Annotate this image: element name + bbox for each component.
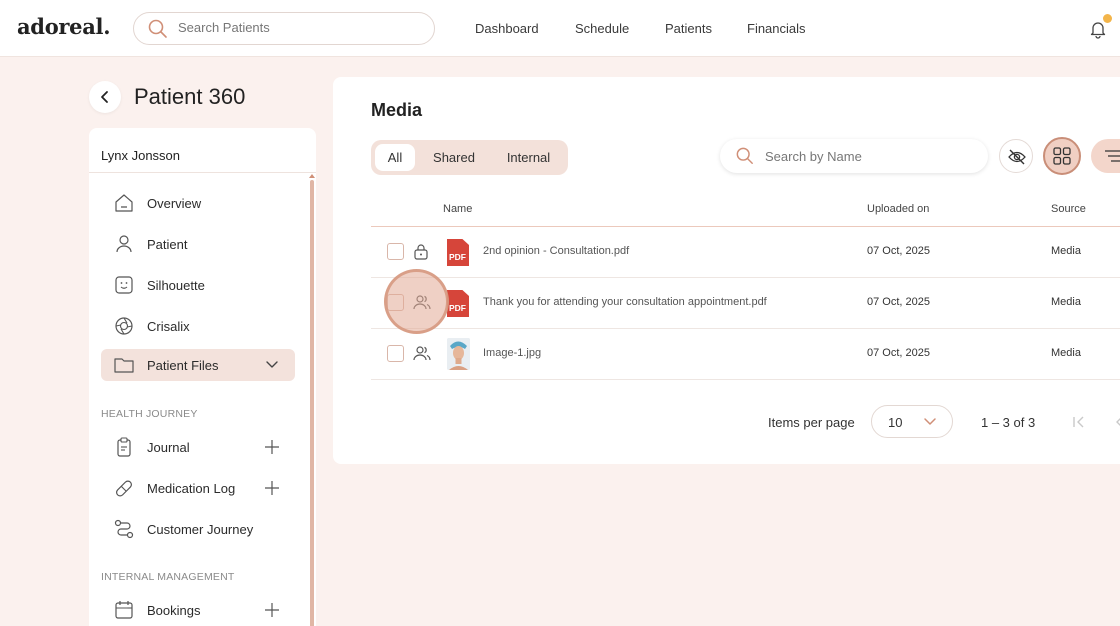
home-icon [115,194,133,212]
file-name[interactable]: Thank you for attending your consultatio… [483,296,767,308]
row-checkbox[interactable] [387,345,404,362]
pdf-file-icon: PDF [447,239,469,266]
route-icon [114,519,134,539]
tab-internal[interactable]: Internal [497,144,560,171]
sidebar-item-bookings[interactable]: Bookings [101,594,295,626]
add-booking-icon[interactable] [264,602,280,618]
calendar-icon [115,601,133,619]
image-thumbnail[interactable] [447,338,470,370]
eye-off-icon [1008,149,1026,165]
chevron-down-icon[interactable] [265,359,279,371]
search-icon [148,19,167,38]
sidebar-item-label: Customer Journey [147,522,254,537]
pagination-range: 1 – 3 of 3 [981,415,1036,430]
first-page-icon[interactable] [1071,415,1087,429]
items-per-page-select[interactable]: 10 [871,405,953,438]
tab-shared[interactable]: Shared [425,144,483,171]
hide-toggle-button[interactable] [999,139,1033,173]
sidebar-item-label: Overview [147,196,202,211]
items-per-page-label: Items per page [768,415,855,430]
media-search-input[interactable] [765,149,965,164]
sidebar-item-medication-log[interactable]: Medication Log [101,472,295,504]
patient-search-input[interactable] [178,20,418,35]
pdf-file-icon: PDF [447,290,469,317]
table-row[interactable]: PDF Thank you for attending your consult… [371,278,1120,329]
file-date: 07 Oct, 2025 [867,347,930,359]
previous-page-icon[interactable] [1113,415,1120,429]
folder-icon [114,358,134,373]
file-name[interactable]: 2nd opinion - Consultation.pdf [483,245,629,257]
column-name[interactable]: Name [443,203,472,215]
column-source[interactable]: Source [1051,203,1086,215]
tab-all[interactable]: All [375,144,415,171]
patient-name: Lynx Jonsson [101,148,181,163]
grid-icon [1053,147,1071,165]
table-row[interactable]: PDF 2nd opinion - Consultation.pdf 07 Oc… [371,227,1120,278]
users-icon [413,346,431,361]
items-per-page-value: 10 [888,415,903,430]
click-highlight [384,269,449,334]
sidebar-scrollbar[interactable] [310,180,314,626]
chevron-down-icon [924,418,936,425]
sidebar-item-label: Silhouette [147,278,205,293]
section-health-journey: HEALTH JOURNEY [101,408,198,420]
file-source: Media [1051,296,1081,308]
sidebar-item-label: Patient [147,237,188,252]
grid-view-button[interactable] [1043,137,1081,175]
notification-badge [1103,14,1112,23]
top-bar: adoreal. Dashboard Schedule Patients Fin… [0,0,1120,57]
column-uploaded-on[interactable]: Uploaded on [867,203,929,215]
sidebar-item-journal[interactable]: Journal [101,431,295,463]
nav-dashboard[interactable]: Dashboard [475,21,539,36]
app-logo[interactable]: adoreal. [17,14,111,39]
media-filter-tabs: All Shared Internal [371,140,568,175]
patient-search[interactable] [133,12,435,45]
media-search[interactable] [720,139,988,173]
face-scan-icon [115,276,133,294]
sidebar-item-customer-journey[interactable]: Customer Journey [101,513,295,545]
sidebar-item-label: Crisalix [147,319,190,334]
aperture-icon [115,317,133,335]
clipboard-icon [117,437,131,457]
search-icon [736,147,753,164]
row-checkbox[interactable] [387,243,404,260]
chevron-left-icon [101,91,108,103]
nav-patients[interactable]: Patients [665,21,712,36]
page-title: Patient 360 [134,84,246,109]
lock-icon [414,244,428,260]
sidebar-item-crisalix[interactable]: Crisalix [101,310,295,342]
filter-button[interactable] [1091,139,1120,173]
nav-financials[interactable]: Financials [747,21,806,36]
media-title: Media [371,100,423,120]
pill-icon [116,480,132,497]
sidebar-item-patient[interactable]: Patient [101,228,295,260]
filter-icon [1105,150,1120,162]
person-icon [116,235,132,253]
sidebar-item-silhouette[interactable]: Silhouette [101,269,295,301]
patient-sidebar: Lynx Jonsson Overview Patient Silhouette… [89,128,316,626]
divider [89,172,316,173]
sidebar-item-label: Patient Files [147,358,219,373]
sidebar-item-patient-files[interactable]: Patient Files [101,349,295,381]
back-button[interactable] [89,81,121,113]
file-source: Media [1051,347,1081,359]
sidebar-item-label: Bookings [147,603,201,618]
sidebar-item-label: Medication Log [147,481,236,496]
sidebar-item-label: Journal [147,440,190,455]
add-medication-icon[interactable] [264,480,280,496]
add-journal-icon[interactable] [264,439,280,455]
file-date: 07 Oct, 2025 [867,245,930,257]
sidebar-item-overview[interactable]: Overview [101,187,295,219]
section-internal-management: INTERNAL MANAGEMENT [101,571,235,583]
file-date: 07 Oct, 2025 [867,296,930,308]
media-panel: Media All Shared Internal Name Uploaded … [333,77,1120,464]
scroll-up-arrow[interactable] [309,174,315,178]
file-name[interactable]: Image-1.jpg [483,347,541,359]
table-row[interactable]: Image-1.jpg 07 Oct, 2025 Media [371,329,1120,380]
file-source: Media [1051,245,1081,257]
nav-schedule[interactable]: Schedule [575,21,629,36]
